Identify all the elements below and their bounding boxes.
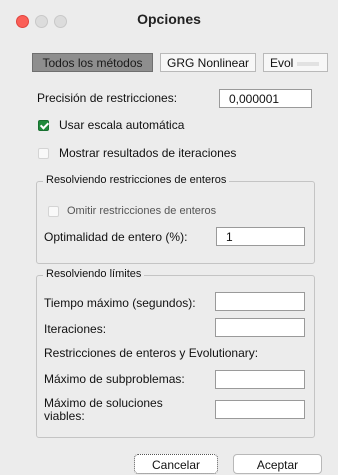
- iterations-input[interactable]: [215, 318, 305, 337]
- cancel-button[interactable]: Cancelar: [134, 454, 218, 474]
- integer-optimality-label: Optimalidad de entero (%):: [44, 230, 188, 244]
- max-feasible-solutions-label-line1: Máximo de soluciones: [44, 396, 163, 410]
- precision-input[interactable]: 0,000001: [219, 89, 312, 108]
- window-title: Opciones: [137, 11, 201, 27]
- tab-evolutionary[interactable]: Evol: [263, 53, 328, 72]
- ignore-integer-checkbox[interactable]: [48, 206, 59, 217]
- max-subproblems-input[interactable]: [215, 370, 305, 389]
- title-bar: Opciones: [0, 0, 338, 38]
- precision-label: Precisión de restricciones:: [37, 91, 178, 105]
- autoscale-label: Usar escala automática: [59, 118, 185, 132]
- tab-all-methods[interactable]: Todos los métodos: [32, 53, 153, 72]
- iterations-label: Iteraciones:: [44, 322, 107, 336]
- integer-constraints-group: [36, 181, 315, 264]
- max-subproblems-label: Máximo de subproblemas:: [44, 372, 185, 386]
- limits-group-title: Resolviendo límites: [43, 268, 145, 280]
- ok-button[interactable]: Aceptar: [233, 454, 322, 474]
- max-feasible-solutions-input[interactable]: [215, 400, 305, 419]
- show-iterations-checkbox[interactable]: [38, 148, 49, 159]
- max-feasible-solutions-label-line2: viables:: [44, 409, 85, 423]
- tab-grg-nonlinear[interactable]: GRG Nonlinear: [160, 53, 256, 72]
- integer-group-title: Resolviendo restricciones de enteros: [43, 174, 230, 186]
- tab-evolutionary-label: Evol: [270, 56, 294, 70]
- max-time-label: Tiempo máximo (segundos):: [44, 296, 196, 310]
- max-feasible-solutions-label: Máximo de soluciones viables:: [44, 397, 163, 423]
- max-time-input[interactable]: [215, 292, 305, 311]
- integer-evolutionary-subheading: Restricciones de enteros y Evolutionary:: [44, 346, 259, 360]
- ignore-integer-label: Omitir restricciones de enteros: [67, 205, 217, 217]
- tab-overflow-indicator: [297, 61, 320, 66]
- autoscale-checkbox[interactable]: [38, 120, 49, 131]
- integer-optimality-input[interactable]: 1: [216, 227, 305, 246]
- show-iterations-label: Mostrar resultados de iteraciones: [59, 146, 237, 160]
